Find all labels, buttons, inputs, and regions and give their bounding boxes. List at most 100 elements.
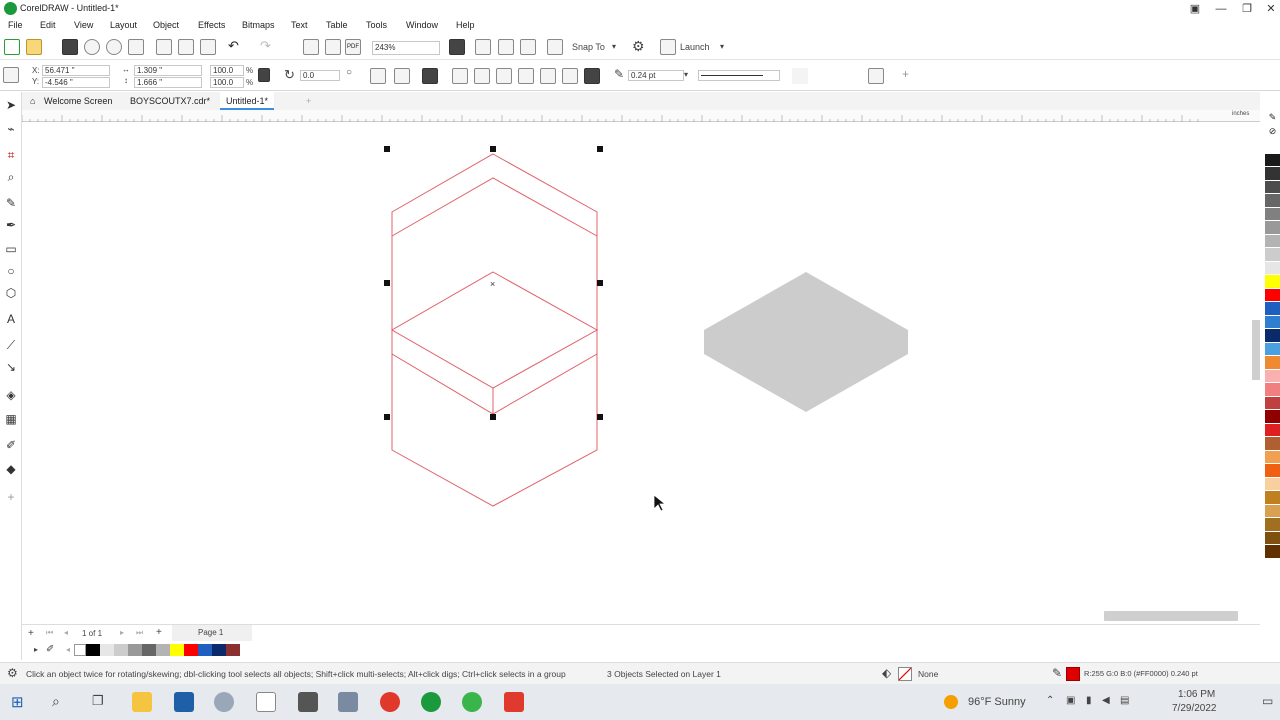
outline-width-field[interactable]: 0.24 pt <box>628 70 684 81</box>
windows-start-icon[interactable]: ⊞ <box>11 693 24 711</box>
drop-shadow-icon[interactable]: ◈ <box>4 388 18 402</box>
redo-icon[interactable]: ↷ <box>260 39 276 55</box>
scroll-left-icon[interactable]: ◂ <box>66 645 70 654</box>
menu-layout[interactable]: Layout <box>110 20 137 30</box>
minimize-button[interactable]: — <box>1208 0 1234 18</box>
fill-none-swatch[interactable] <box>898 667 912 681</box>
palette-swatch[interactable] <box>1265 423 1280 437</box>
create-boundary-icon[interactable] <box>584 68 600 84</box>
no-color-swatch[interactable] <box>74 644 86 656</box>
document-palette-swatch[interactable] <box>142 644 156 656</box>
print-icon[interactable] <box>128 39 144 55</box>
last-page-icon[interactable]: ⏭ <box>136 628 143 638</box>
selection-handle[interactable] <box>597 414 603 420</box>
artistic-media-icon[interactable]: ✒ <box>4 218 18 232</box>
group-icon[interactable] <box>422 68 438 84</box>
app-icon[interactable] <box>338 692 358 712</box>
page-tab[interactable]: Page 1 <box>172 625 252 641</box>
object-origin-icon[interactable] <box>3 67 19 83</box>
show-hidden-icons[interactable]: ⌃ <box>1046 695 1054 706</box>
selection-handle[interactable] <box>384 280 390 286</box>
align-distribute-icon[interactable] <box>868 68 884 84</box>
line-style-field[interactable] <box>698 70 780 81</box>
show-rulers-icon[interactable] <box>475 39 491 55</box>
scale-height-field[interactable]: 100.0 <box>210 77 244 88</box>
wrap-text-icon[interactable] <box>792 68 808 84</box>
menu-tools[interactable]: Tools <box>366 20 387 30</box>
menu-effects[interactable]: Effects <box>198 20 225 30</box>
document-palette-swatch[interactable] <box>170 644 184 656</box>
chevron-down-icon[interactable]: ▾ <box>684 70 688 79</box>
selection-handle[interactable] <box>384 146 390 152</box>
rotation-angle-field[interactable]: 0.0 <box>300 70 340 81</box>
menu-view[interactable]: View <box>74 20 93 30</box>
palette-swatch[interactable] <box>1265 383 1280 397</box>
save-icon[interactable] <box>62 39 78 55</box>
tab-boyscoutx7[interactable]: BOYSCOUTX7.cdr* <box>124 92 216 110</box>
task-view-icon[interactable]: ❐ <box>92 693 104 709</box>
horizontal-ruler[interactable]: inches <box>22 110 1260 122</box>
parallel-dimension-icon[interactable]: ⟋ <box>4 338 18 352</box>
menu-help[interactable]: Help <box>456 20 475 30</box>
add-tool-icon[interactable]: + <box>4 490 18 504</box>
cut-icon[interactable] <box>156 39 172 55</box>
coreldraw-taskbar-icon[interactable] <box>421 692 441 712</box>
document-palette-swatch[interactable] <box>198 644 212 656</box>
back-minus-front-icon[interactable] <box>562 68 578 84</box>
width-field[interactable]: 1.309 " <box>134 65 202 76</box>
gray-isometric-shape[interactable] <box>704 272 908 412</box>
selection-handle[interactable] <box>490 146 496 152</box>
transparency-tool-icon[interactable]: ▦ <box>4 412 18 426</box>
palette-swatch[interactable] <box>1265 288 1280 302</box>
app-s-icon[interactable] <box>174 692 194 712</box>
options-gear-icon[interactable]: ⚙ <box>632 38 645 55</box>
front-minus-back-icon[interactable] <box>540 68 556 84</box>
launch-icon[interactable] <box>660 39 676 55</box>
diamond-outline[interactable] <box>390 271 599 389</box>
document-palette-swatch[interactable] <box>86 644 100 656</box>
lock-ratio-icon[interactable] <box>258 68 270 82</box>
scale-width-field[interactable]: 100.0 <box>210 65 244 76</box>
rectangle-tool-icon[interactable]: ▭ <box>4 242 18 256</box>
new-tab-icon[interactable]: + <box>300 92 317 110</box>
menu-bitmaps[interactable]: Bitmaps <box>242 20 275 30</box>
pick-tool-icon[interactable]: ➤ <box>4 98 18 112</box>
palette-swatch[interactable] <box>1265 356 1280 370</box>
tab-untitled-1[interactable]: Untitled-1* <box>220 92 275 110</box>
y-position-field[interactable]: -4.546 " <box>42 77 110 88</box>
menu-table[interactable]: Table <box>326 20 348 30</box>
freehand-tool-icon[interactable]: ✎ <box>4 196 18 210</box>
weld-icon[interactable] <box>452 68 468 84</box>
next-page-icon[interactable]: ▸ <box>120 628 124 637</box>
menu-text[interactable]: Text <box>291 20 308 30</box>
hexagon-outline[interactable] <box>391 153 598 507</box>
document-palette-swatch[interactable] <box>128 644 142 656</box>
restore-button[interactable]: ❐ <box>1234 0 1260 18</box>
palette-swatch[interactable] <box>1265 410 1280 424</box>
document-palette-swatch[interactable] <box>114 644 128 656</box>
horizontal-scrollbar[interactable] <box>1104 611 1238 621</box>
palette-swatch[interactable] <box>1265 342 1280 356</box>
snap-to-dropdown[interactable]: Snap To <box>572 42 605 52</box>
intersect-icon[interactable] <box>496 68 512 84</box>
help-icon[interactable]: ▣ <box>1182 0 1208 18</box>
palette-swatch[interactable] <box>1265 491 1280 505</box>
network-icon[interactable]: ▣ <box>1066 695 1075 706</box>
simplify-icon[interactable] <box>518 68 534 84</box>
app-icon[interactable] <box>214 692 234 712</box>
import-icon[interactable] <box>303 39 319 55</box>
palette-swatch[interactable] <box>1265 180 1280 194</box>
drawing-canvas[interactable]: × <box>22 122 1260 610</box>
add-icon[interactable]: + <box>902 67 909 81</box>
palette-swatch[interactable] <box>1265 275 1280 289</box>
palette-swatch[interactable] <box>1265 518 1280 532</box>
eyedropper-icon[interactable]: ✐ <box>46 644 54 655</box>
palette-swatch[interactable] <box>1265 234 1280 248</box>
height-field[interactable]: 1.666 " <box>134 77 202 88</box>
document-palette-swatch[interactable] <box>184 644 198 656</box>
app-icon[interactable] <box>298 692 318 712</box>
snap-to-icon[interactable] <box>547 39 563 55</box>
text-tool-icon[interactable]: A <box>4 312 18 326</box>
outline-color-swatch[interactable] <box>1066 667 1080 681</box>
undo-icon[interactable]: ↶ <box>228 39 244 55</box>
